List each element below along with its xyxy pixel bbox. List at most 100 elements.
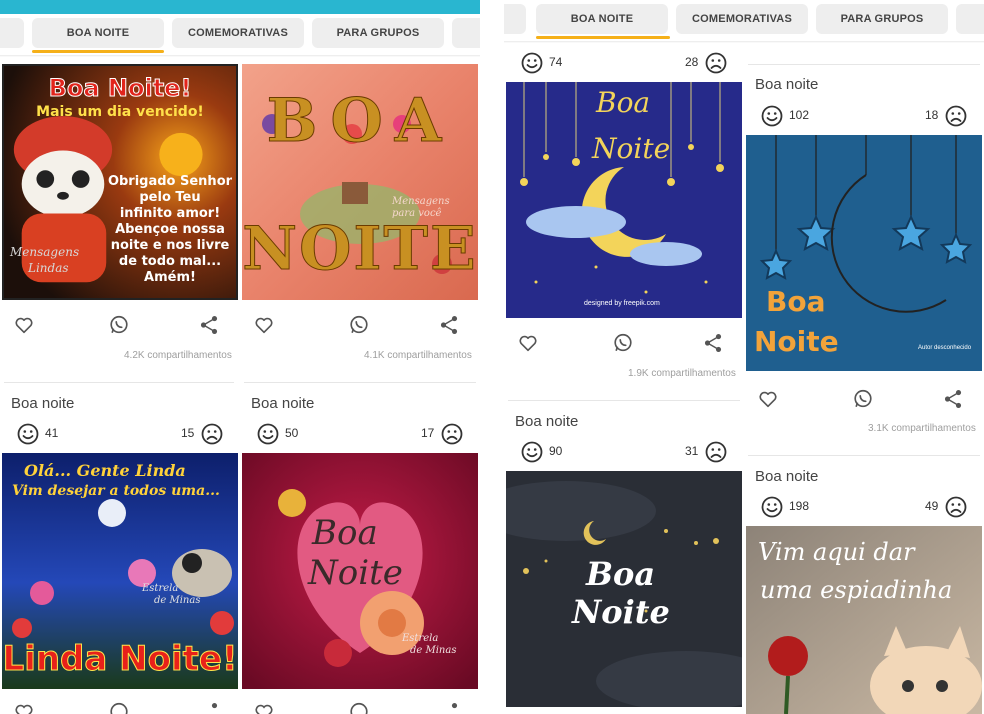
sad-icon[interactable] — [200, 422, 224, 446]
sad-icon[interactable] — [440, 422, 464, 446]
smile-icon[interactable] — [256, 422, 280, 446]
heart-icon[interactable] — [12, 700, 36, 714]
dislike-count: 15 — [181, 426, 195, 440]
share-count: 4.2K compartilhamentos — [124, 350, 232, 361]
like-count: 74 — [549, 55, 563, 69]
image-title: Boa Noite! — [48, 74, 192, 103]
card-title: Boa noite — [755, 468, 819, 485]
image-line: Boa — [596, 86, 651, 119]
heart-icon[interactable] — [252, 313, 276, 337]
card-divider — [244, 382, 476, 383]
right-screen: BOA NOITE COMEMORATIVAS PARA GRUPOS 74 2… — [504, 0, 984, 714]
image-line: Abençoe nossa — [115, 222, 225, 237]
reaction-row: 90 31 — [504, 440, 744, 464]
image-title-top: BOA — [266, 86, 454, 157]
dislike-count: 49 — [925, 499, 939, 513]
sad-icon[interactable] — [704, 51, 728, 75]
card-image-boa-noite-heart[interactable]: Boa Noite Estrela de Minas — [242, 453, 478, 689]
sad-icon[interactable] — [944, 495, 968, 519]
image-title-bottom: NOITE — [242, 214, 478, 285]
share-icon[interactable] — [437, 700, 461, 714]
tab-boa-noite[interactable]: BOA NOITE — [32, 18, 164, 48]
share-count: 1.9K compartilhamentos — [628, 368, 736, 379]
reaction-row: 74 28 — [504, 51, 744, 75]
image-line: Amém! — [144, 270, 196, 285]
share-icon[interactable] — [701, 331, 725, 355]
image-line: Obrigado Senhor — [107, 174, 233, 189]
reaction-row: 198 49 — [744, 495, 984, 519]
whatsapp-icon[interactable] — [107, 313, 131, 337]
image-bottom-text: Linda Noite! — [2, 639, 238, 680]
image-line: Noite — [308, 553, 403, 593]
image-line: Vim aqui dar — [758, 538, 915, 566]
image-credit: Autor desconhecido — [918, 345, 972, 351]
heart-icon[interactable] — [756, 387, 780, 411]
tab-comemorativas[interactable]: COMEMORATIVAS — [676, 4, 808, 34]
whatsapp-icon[interactable] — [107, 700, 131, 714]
tab-partial-left[interactable] — [504, 4, 526, 34]
card-image-espiadinha-kitten[interactable]: Vim aqui dar uma espiadinha — [746, 526, 982, 714]
image-line: de todo mal... — [118, 254, 222, 269]
image-line: infinito amor! — [119, 206, 221, 221]
image-subtitle: Mais um dia vencido! — [36, 104, 204, 120]
active-tab-indicator — [32, 50, 164, 53]
heart-icon[interactable] — [516, 331, 540, 355]
like-count: 50 — [285, 426, 299, 440]
share-icon[interactable] — [437, 313, 461, 337]
image-line: Vim desejar a todos uma... — [12, 483, 220, 499]
tabbar-shadow — [504, 41, 984, 43]
whatsapp-icon[interactable] — [851, 387, 875, 411]
whatsapp-icon[interactable] — [611, 331, 635, 355]
sad-icon[interactable] — [704, 440, 728, 464]
card-actions — [744, 387, 984, 415]
heart-icon[interactable] — [12, 313, 36, 337]
card-image-boa-noite-moon-clouds[interactable]: Boa Noite designed by freepik.com — [506, 82, 742, 318]
tab-comemorativas[interactable]: COMEMORATIVAS — [172, 18, 304, 48]
image-line: Noite — [754, 325, 839, 358]
share-icon[interactable] — [197, 700, 221, 714]
category-tabs: BOA NOITE COMEMORATIVAS PARA GRUPOS — [0, 14, 480, 57]
heart-icon[interactable] — [252, 700, 276, 714]
like-count: 90 — [549, 444, 563, 458]
share-count: 3.1K compartilhamentos — [868, 423, 976, 434]
image-line: Olá... Gente Linda — [24, 461, 186, 480]
whatsapp-icon[interactable] — [347, 313, 371, 337]
image-line: pelo Teu — [139, 190, 201, 205]
whatsapp-icon[interactable] — [347, 700, 371, 714]
card-title: Boa noite — [755, 76, 819, 93]
image-line: Boa — [586, 555, 656, 593]
tab-partial-right[interactable] — [956, 4, 984, 34]
image-watermark: Estrela — [142, 583, 179, 594]
share-count: 4.1K compartilhamentos — [364, 350, 472, 361]
card-image-boa-noite-floral[interactable]: BOA NOITE Mensagens para você — [242, 64, 478, 300]
share-icon[interactable] — [197, 313, 221, 337]
card-image-boa-noite-panda[interactable]: Boa Noite! Mais um dia vencido! Obrigado… — [2, 64, 238, 300]
image-line: Noite — [572, 593, 670, 631]
tab-para-grupos[interactable]: PARA GRUPOS — [312, 18, 444, 48]
dislike-count: 17 — [421, 426, 435, 440]
smile-icon[interactable] — [520, 51, 544, 75]
card-divider — [508, 400, 740, 401]
smile-icon[interactable] — [760, 495, 784, 519]
smile-icon[interactable] — [760, 104, 784, 128]
card-title: Boa noite — [11, 395, 75, 412]
tab-partial-right[interactable] — [452, 18, 480, 48]
share-icon[interactable] — [941, 387, 965, 411]
image-watermark: Mensagens — [10, 245, 80, 259]
sad-icon[interactable] — [944, 104, 968, 128]
smile-icon[interactable] — [16, 422, 40, 446]
like-count: 102 — [789, 108, 810, 122]
smile-icon[interactable] — [520, 440, 544, 464]
card-image-boa-noite-dark-sky[interactable]: Boa Noite — [506, 471, 742, 707]
tab-para-grupos[interactable]: PARA GRUPOS — [816, 4, 948, 34]
status-bar — [0, 0, 480, 14]
card-image-boa-noite-hanging-moon[interactable]: Boa Noite Autor desconhecido — [746, 135, 982, 371]
card-image-linda-noite[interactable]: Olá... Gente Linda Vim desejar a todos u… — [2, 453, 238, 689]
image-credit: designed by freepik.com — [584, 300, 660, 307]
reaction-row: 50 17 — [240, 422, 480, 446]
image-line: noite e nos livre — [110, 238, 230, 253]
tab-boa-noite[interactable]: BOA NOITE — [536, 4, 668, 34]
tab-partial-left[interactable] — [0, 18, 24, 48]
reaction-row: 102 18 — [744, 104, 984, 128]
card-actions — [240, 313, 480, 341]
